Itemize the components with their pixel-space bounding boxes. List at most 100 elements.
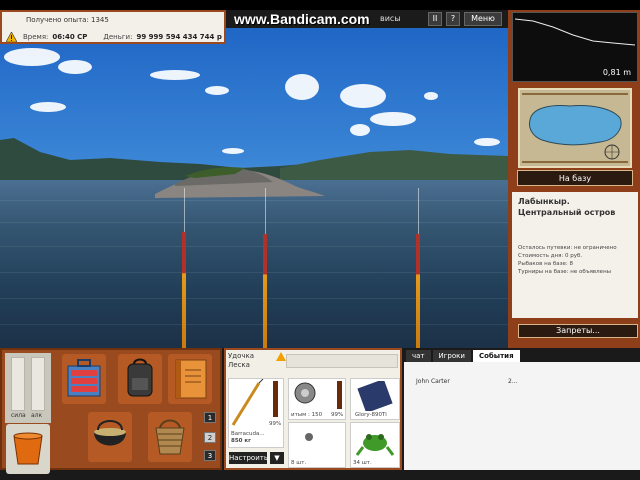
time-value: 06:40 СР [52, 33, 88, 41]
line-warning-icon [276, 352, 286, 361]
tab-events[interactable]: События [472, 350, 520, 362]
cloud [350, 124, 370, 136]
cloud [424, 92, 438, 100]
frog-bait-icon [355, 434, 395, 456]
chat-tabs: чат Игроки События [404, 350, 640, 362]
line-tension-bar [286, 354, 398, 368]
fishing-line [418, 188, 419, 234]
reel-icon [294, 382, 316, 404]
rod-card[interactable]: 99% Barracuda... 850 кг [228, 378, 284, 448]
creel-basket-icon [155, 419, 185, 455]
recorder-watermark: www.Bandicam.com [234, 11, 370, 27]
experience-text: Получено опыта: 1345 [26, 16, 109, 24]
line-label: Леска [228, 361, 250, 369]
location-detail: Осталось путевки: не ограничено [518, 245, 617, 251]
player-value: 2... [508, 378, 518, 385]
services-menu[interactable]: висы [380, 14, 401, 23]
lure-icon [357, 381, 393, 411]
menu-button[interactable]: Меню [464, 12, 502, 26]
rod-slot-2[interactable]: 2 [204, 432, 216, 443]
chat-panel: чат Игроки События John Carter 2... [404, 350, 640, 470]
to-base-label: На базу [558, 173, 592, 183]
bait-count: 34 шт. [353, 460, 372, 466]
lake-map [522, 93, 628, 163]
rod-durability-bar [273, 381, 278, 417]
bans-button[interactable]: Запреты... [518, 324, 638, 338]
strength-label: сила [11, 412, 26, 419]
cauldron-icon [94, 420, 126, 446]
to-base-button[interactable]: На базу [517, 170, 633, 186]
fishing-rod[interactable] [182, 232, 186, 348]
pause-button[interactable]: II [428, 12, 442, 26]
fishing-line [265, 188, 266, 234]
bottom-panel: сила алк 1 2 3 Удочка Леска 99% Barracud… [0, 348, 640, 480]
setup-dropdown-button[interactable]: ▼ [270, 452, 284, 464]
cauldron-slot[interactable] [88, 412, 132, 462]
hook-card[interactable]: 8 шт. [288, 422, 346, 468]
rod-icon [231, 378, 264, 426]
reel-text: итым : 150 [291, 412, 323, 418]
cloud [150, 70, 200, 80]
fishing-rod[interactable] [263, 234, 267, 348]
fishing-line [184, 188, 185, 232]
location-info: Лабынкыр. Центральный остров Осталось пу… [512, 192, 638, 318]
lure-card[interactable]: Glory-890Ti [350, 378, 400, 420]
rod-slot-3[interactable]: 3 [204, 450, 216, 461]
lure-name: Glory-890Ti [355, 412, 387, 418]
location-map[interactable] [518, 88, 632, 168]
status-meters: сила алк [5, 353, 51, 423]
creel-slot[interactable] [148, 412, 192, 462]
cloud [340, 84, 386, 108]
rod-percent: 99% [269, 421, 282, 427]
lake-water [0, 180, 508, 348]
location-detail: Рыбаков на базе: 8 [518, 261, 573, 267]
inventory-panel: сила алк 1 2 3 [0, 348, 222, 474]
location-detail: Стоимость дня: 0 руб. [518, 253, 583, 259]
location-name: Лабынкыр. Центральный остров [518, 197, 616, 217]
bucket-slot[interactable] [6, 424, 50, 474]
location-detail: Турниры на базе: не объявлены [518, 269, 612, 275]
reel-durability-bar [337, 381, 342, 409]
depth-value: 0,81 m [602, 68, 631, 77]
journal-slot[interactable] [168, 354, 212, 404]
rod-slot-1[interactable]: 1 [204, 412, 216, 423]
tackle-box-icon [67, 359, 101, 397]
money-value: 99 999 594 434 744 р [136, 33, 222, 41]
player-name[interactable]: John Carter [416, 378, 450, 385]
reel-card[interactable]: итым : 150 99% [288, 378, 346, 420]
rod-weight: 850 кг [231, 438, 252, 444]
cloud [58, 60, 92, 74]
backpack-icon [127, 358, 153, 397]
time-label: Время: [23, 33, 49, 41]
backpack-slot[interactable] [118, 354, 162, 404]
alcohol-label: алк [31, 412, 43, 419]
rod-label: Удочка [228, 352, 255, 360]
notebook-icon [175, 359, 207, 399]
cloud [30, 102, 66, 112]
bucket-icon [13, 432, 43, 465]
depth-chart: 0,81 m [512, 12, 638, 82]
cloud [285, 74, 319, 100]
bait-card[interactable]: 34 шт. [350, 422, 400, 468]
cloud [4, 48, 60, 66]
hook-count: 8 шт. [291, 460, 307, 466]
alcohol-meter [31, 357, 45, 411]
money-label: Деньги: [103, 33, 133, 41]
tab-chat[interactable]: чат [406, 350, 431, 362]
cloud [205, 86, 229, 95]
warning-icon[interactable] [6, 32, 17, 42]
player-info-panel: Получено опыта: 1345 Время: 06:40 СР Ден… [0, 10, 226, 44]
fishing-rod[interactable] [416, 234, 420, 348]
help-button[interactable]: ? [446, 12, 460, 26]
sinker-icon [305, 433, 313, 441]
island [155, 167, 325, 198]
tackle-box-slot[interactable] [62, 354, 106, 404]
setup-button[interactable]: Настроить [229, 452, 268, 464]
rod-name: Barracuda... [231, 431, 265, 437]
strength-meter [11, 357, 25, 411]
right-panel: 0,81 m На базу Лабынкыр. Центральный ост… [508, 10, 640, 348]
fishing-scene[interactable] [0, 12, 508, 348]
reel-percent: 99% [331, 412, 344, 418]
tab-players[interactable]: Игроки [432, 350, 471, 362]
cloud [370, 112, 416, 126]
